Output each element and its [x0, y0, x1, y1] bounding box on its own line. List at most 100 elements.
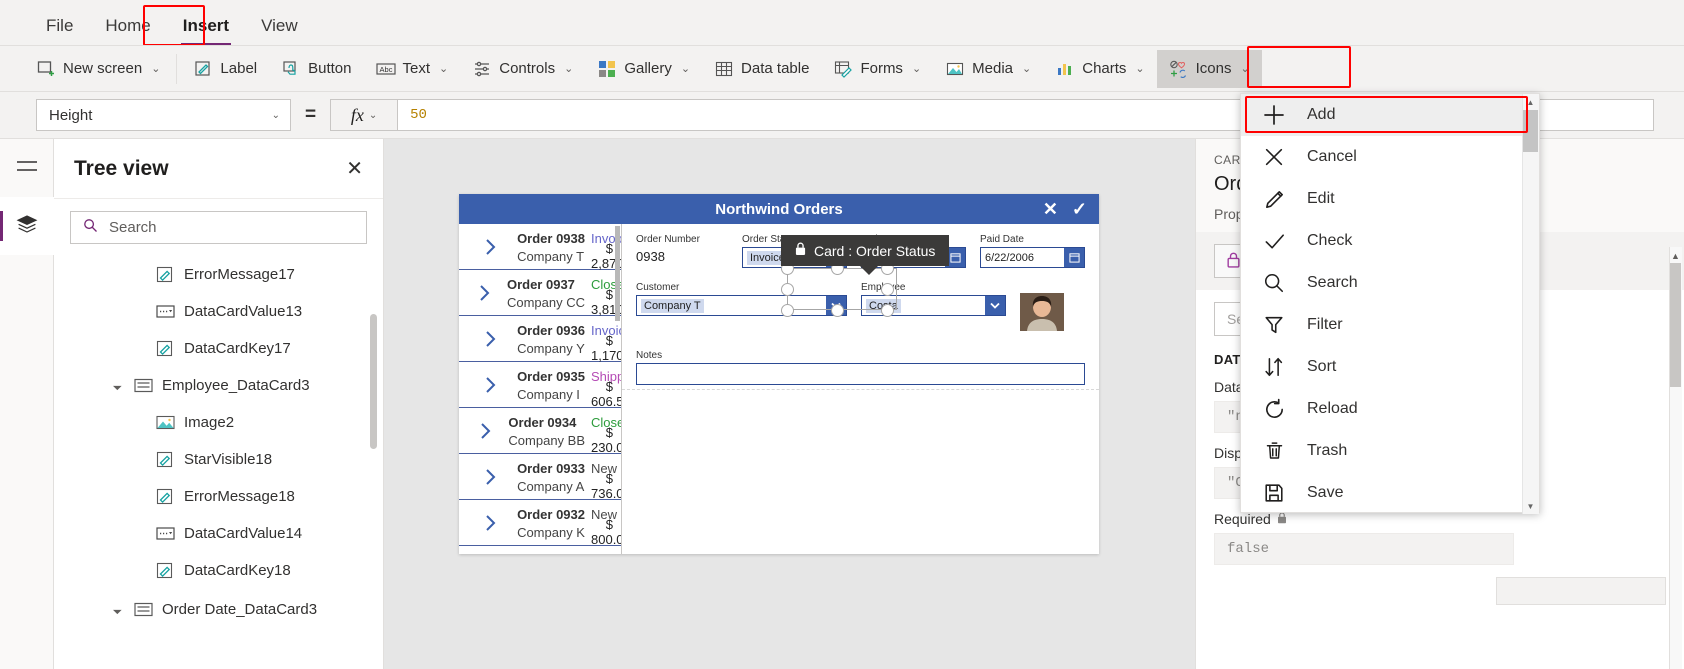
tooltip-label: Card : Order Status — [814, 242, 936, 259]
gallery-scrollbar-thumb[interactable] — [615, 226, 620, 321]
chevron-down-icon: ⌄ — [368, 109, 378, 121]
tree-item-errormessage17[interactable]: ErrorMessage17 — [54, 256, 383, 293]
ribbon-label-button[interactable]: Label — [181, 50, 269, 88]
ribbon-new-screen-button[interactable]: New screen ⌄ — [24, 50, 172, 88]
scroll-down-icon[interactable]: ▼ — [1523, 498, 1538, 514]
chevron-down-icon: ⌄ — [911, 63, 922, 75]
chevron-right-icon[interactable] — [469, 514, 511, 532]
dropdown-scrollbar-track[interactable]: ▲ ▼ — [1522, 94, 1539, 514]
expander-icon[interactable]: ◣ — [109, 377, 125, 393]
label-control-icon — [154, 266, 176, 284]
icons-menu-item-sort[interactable]: Sort — [1241, 346, 1539, 388]
tree-view-rail-button[interactable] — [0, 197, 54, 255]
notes-input[interactable] — [636, 363, 1085, 385]
gallery-amount: $ 800.00 — [591, 517, 621, 547]
ribbon-gallery-button[interactable]: Gallery ⌄ — [585, 50, 702, 88]
tree-item-image2[interactable]: Image2 — [54, 404, 383, 441]
close-icon[interactable]: ✕ — [346, 156, 363, 181]
calendar-icon[interactable] — [1064, 248, 1084, 267]
icons-menu-item-edit[interactable]: Edit — [1241, 178, 1539, 220]
tree-item-label: StarVisible18 — [184, 451, 273, 468]
resize-handle-w[interactable] — [780, 282, 794, 296]
tree-view-list[interactable]: ErrorMessage17 DataCardValue13 DataCardKey… — [54, 254, 383, 669]
customer-value: Company T — [641, 298, 704, 313]
tree-view-scrollbar-thumb[interactable] — [370, 314, 377, 449]
chevron-right-icon[interactable] — [469, 238, 511, 256]
ribbon-icons-button[interactable]: Icons ⌄ — [1156, 49, 1262, 88]
chevron-down-icon[interactable] — [985, 296, 1005, 315]
tree-item-employee-datacard3[interactable]: ◣ Employee_DataCard3 — [54, 367, 383, 404]
chevron-right-icon[interactable] — [469, 376, 511, 394]
menu-item-view[interactable]: View — [245, 9, 314, 43]
orders-gallery[interactable]: Order 0938InvoicedCompany T$ 2,870.00Ord… — [459, 224, 622, 554]
icons-menu-item-trash[interactable]: Trash — [1241, 430, 1539, 472]
property-value: false — [1227, 541, 1270, 557]
gallery-row[interactable]: Order 0936InvoicedCompany Y$ 1,170.00 — [459, 316, 621, 363]
icons-menu-item-add[interactable]: Add — [1241, 94, 1539, 136]
resize-handle-s[interactable] — [830, 303, 844, 317]
icons-menu-item-reload[interactable]: Reload — [1241, 388, 1539, 430]
ribbon-charts-button[interactable]: Charts ⌄ — [1043, 50, 1156, 88]
chevron-right-icon[interactable] — [469, 330, 511, 348]
chevron-right-icon[interactable] — [469, 468, 511, 486]
gallery-row[interactable]: Order 0934ClosedCompany BB$ 230.00 — [459, 408, 621, 455]
hamburger-menu-button[interactable] — [0, 139, 54, 197]
ribbon-media-button[interactable]: Media ⌄ — [933, 50, 1043, 88]
ribbon-data-table-button[interactable]: Data table — [702, 50, 821, 88]
menu-item-file[interactable]: File — [30, 9, 89, 43]
icons-menu-item-check[interactable]: Check — [1241, 220, 1539, 262]
tree-item-starvisible18[interactable]: StarVisible18 — [54, 441, 383, 478]
chevron-right-icon[interactable] — [469, 284, 501, 302]
gallery-row[interactable]: Order 0932NewCompany K$ 800.00 — [459, 500, 621, 547]
lock-icon — [1227, 252, 1240, 271]
gallery-row[interactable]: Order 0937ClosedCompany CC$ 3,810.00 — [459, 270, 621, 317]
tree-item-errormessage18[interactable]: ErrorMessage18 — [54, 478, 383, 515]
menu-item-insert[interactable]: Insert — [167, 9, 245, 46]
resize-handle-sw[interactable] — [780, 303, 794, 317]
icons-menu-label: Edit — [1307, 190, 1335, 207]
dropdown-control-icon — [154, 303, 176, 321]
gallery-order-id: Order 0933 — [517, 460, 585, 476]
data-field-extra-box[interactable] — [1496, 577, 1666, 605]
icons-menu-item-search[interactable]: Search — [1241, 262, 1539, 304]
gallery-row[interactable]: Order 0933NewCompany A$ 736.00 — [459, 454, 621, 501]
tree-item-label: DataCardValue13 — [184, 303, 303, 320]
ribbon-text-button[interactable]: Abc Text ⌄ — [364, 50, 461, 88]
ribbon-forms-button[interactable]: Forms ⌄ — [821, 50, 933, 88]
gallery-row[interactable]: Order 0935ShippedCompany I$ 606.50 — [459, 362, 621, 409]
ribbon-controls-button[interactable]: Controls ⌄ — [460, 50, 585, 88]
tree-item-label: DataCardKey18 — [184, 562, 291, 579]
gallery-row[interactable]: Order 0938InvoicedCompany T$ 2,870.00 — [459, 224, 621, 271]
check-icon[interactable]: ✓ — [1072, 199, 1087, 220]
menu-item-label: Home — [105, 15, 151, 35]
property-value-input[interactable]: false — [1214, 533, 1514, 565]
plus-icon — [1261, 103, 1287, 127]
icons-menu-item-save[interactable]: Save — [1241, 472, 1539, 514]
scroll-up-icon[interactable]: ▲ — [1523, 94, 1538, 110]
property-selector[interactable]: Height ⌄ — [36, 99, 291, 131]
menu-item-home[interactable]: Home — [89, 9, 166, 43]
icons-menu-label: Save — [1307, 484, 1344, 501]
cancel-icon[interactable]: ✕ — [1043, 199, 1058, 220]
fx-button[interactable]: fx ⌄ — [330, 99, 398, 131]
chevron-down-icon: ⌄ — [1135, 63, 1145, 75]
tree-search-input[interactable]: Search — [70, 211, 367, 244]
tree-item-order-date-datacard3[interactable]: ◣ Order Date_DataCard3 — [54, 591, 383, 628]
expander-icon[interactable]: ◣ — [109, 601, 125, 617]
tree-item-datacardvalue13[interactable]: DataCardValue13 — [54, 293, 383, 330]
ribbon-button-button[interactable]: Button — [269, 50, 363, 88]
resize-handle-se[interactable] — [880, 303, 894, 317]
scroll-up-icon[interactable]: ▲ — [1670, 251, 1681, 261]
tree-item-datacardkey17[interactable]: DataCardKey17 — [54, 330, 383, 367]
resize-handle-e[interactable] — [880, 282, 894, 296]
tree-item-datacardkey18[interactable]: DataCardKey18 — [54, 552, 383, 589]
dropdown-scrollbar-thumb[interactable] — [1523, 110, 1538, 152]
chevron-right-icon[interactable] — [469, 422, 502, 440]
properties-scrollbar-thumb[interactable] — [1670, 263, 1681, 387]
tree-item-datacardvalue14[interactable]: DataCardValue14 — [54, 515, 383, 552]
icons-menu-item-cancel[interactable]: Cancel — [1241, 136, 1539, 178]
app-title-bar: Northwind Orders ✕ ✓ — [459, 194, 1099, 224]
paid-date-input[interactable]: 6/22/2006 — [980, 247, 1085, 268]
ribbon-label: Icons — [1195, 60, 1232, 77]
icons-menu-item-filter[interactable]: Filter — [1241, 304, 1539, 346]
